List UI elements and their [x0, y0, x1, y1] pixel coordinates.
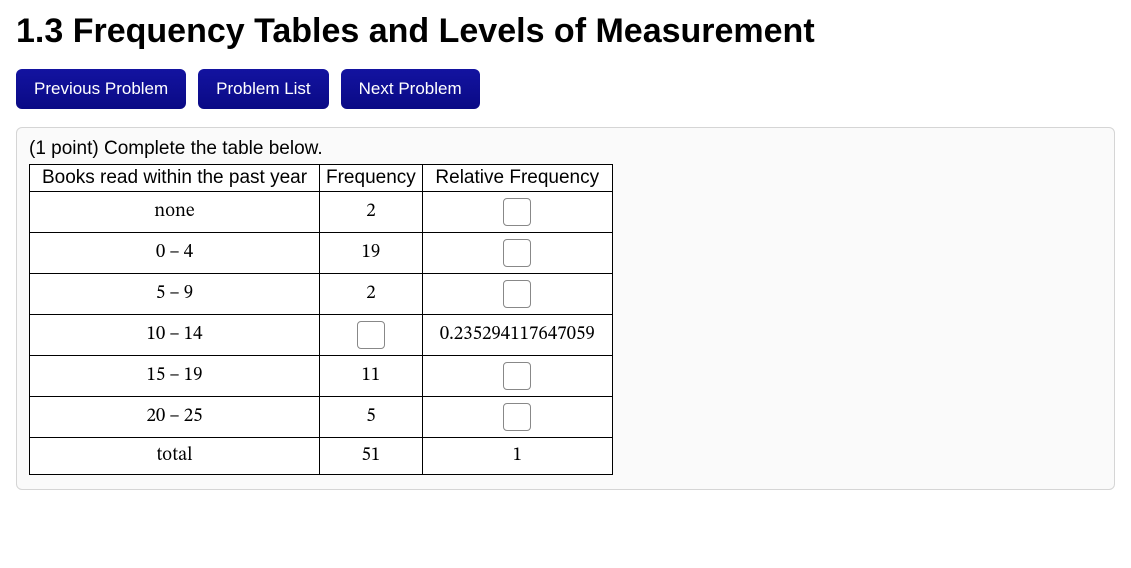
- cell-category: none: [30, 192, 320, 233]
- table-row: none 2: [30, 192, 613, 233]
- cell-frequency: 11: [320, 356, 423, 397]
- cell-relative: [422, 274, 612, 315]
- nav-buttons: Previous Problem Problem List Next Probl…: [16, 69, 1115, 109]
- header-frequency: Frequency: [320, 165, 423, 192]
- relative-input-1[interactable]: [503, 239, 531, 267]
- header-category: Books read within the past year: [30, 165, 320, 192]
- previous-problem-button[interactable]: Previous Problem: [16, 69, 186, 109]
- cell-frequency: 2: [320, 274, 423, 315]
- relative-input-0[interactable]: [503, 198, 531, 226]
- cell-total-relative: 1: [422, 438, 612, 475]
- table-row: 20 – 25 5: [30, 397, 613, 438]
- cell-frequency: [320, 315, 423, 356]
- table-header-row: Books read within the past year Frequenc…: [30, 165, 613, 192]
- next-problem-button[interactable]: Next Problem: [341, 69, 480, 109]
- problem-box: (1 point) Complete the table below. Book…: [16, 127, 1115, 490]
- cell-relative: [422, 233, 612, 274]
- table-row: 10 – 14 0.235294117647059: [30, 315, 613, 356]
- cell-total-label: total: [30, 438, 320, 475]
- table-row-total: total 51 1: [30, 438, 613, 475]
- page-title: 1.3 Frequency Tables and Levels of Measu…: [16, 12, 1115, 51]
- cell-relative: [422, 397, 612, 438]
- cell-category: 0 – 4: [30, 233, 320, 274]
- relative-input-5[interactable]: [503, 403, 531, 431]
- problem-list-button[interactable]: Problem List: [198, 69, 328, 109]
- frequency-input-3[interactable]: [357, 321, 385, 349]
- cell-category: 5 – 9: [30, 274, 320, 315]
- header-relative: Relative Frequency: [422, 165, 612, 192]
- table-row: 5 – 9 2: [30, 274, 613, 315]
- table-row: 15 – 19 11: [30, 356, 613, 397]
- cell-relative: [422, 192, 612, 233]
- cell-frequency: 5: [320, 397, 423, 438]
- cell-relative: [422, 356, 612, 397]
- table-row: 0 – 4 19: [30, 233, 613, 274]
- frequency-table: Books read within the past year Frequenc…: [29, 164, 613, 475]
- cell-relative: 0.235294117647059: [422, 315, 612, 356]
- relative-input-2[interactable]: [503, 280, 531, 308]
- relative-input-4[interactable]: [503, 362, 531, 390]
- problem-prompt: (1 point) Complete the table below.: [29, 138, 1102, 160]
- cell-category: 20 – 25: [30, 397, 320, 438]
- cell-category: 10 – 14: [30, 315, 320, 356]
- cell-total-frequency: 51: [320, 438, 423, 475]
- cell-frequency: 2: [320, 192, 423, 233]
- cell-frequency: 19: [320, 233, 423, 274]
- cell-category: 15 – 19: [30, 356, 320, 397]
